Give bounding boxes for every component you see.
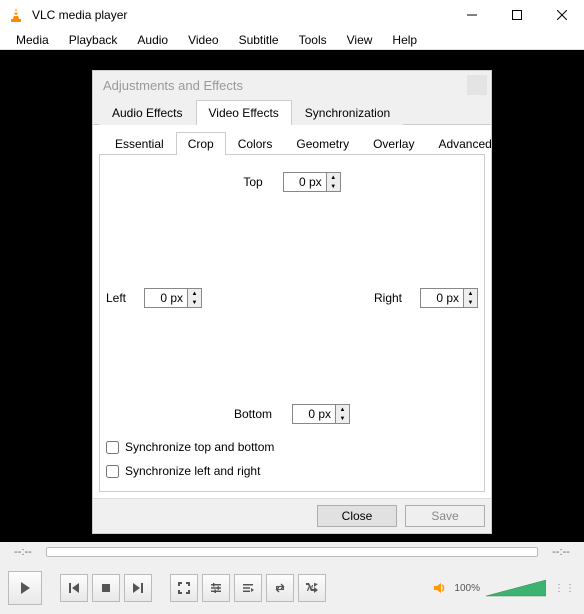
sync-top-bottom-label: Synchronize top and bottom bbox=[125, 440, 274, 454]
video-area: Adjustments and Effects Audio Effects Vi… bbox=[0, 50, 584, 542]
close-button[interactable] bbox=[539, 0, 584, 30]
adjustments-effects-dialog: Adjustments and Effects Audio Effects Vi… bbox=[92, 70, 492, 534]
subtab-geometry[interactable]: Geometry bbox=[284, 132, 361, 155]
sync-left-right-checkbox[interactable] bbox=[106, 465, 119, 478]
crop-left-spinner[interactable]: ▲▼ bbox=[144, 288, 202, 308]
dialog-footer: Close Save bbox=[93, 498, 491, 533]
volume-slider[interactable] bbox=[486, 578, 546, 598]
playback-controls: 100% ⋮⋮ bbox=[0, 562, 584, 614]
subtab-advanced[interactable]: Advanced bbox=[426, 132, 503, 155]
next-button[interactable] bbox=[124, 574, 152, 602]
fullscreen-button[interactable] bbox=[170, 574, 198, 602]
previous-button[interactable] bbox=[60, 574, 88, 602]
speaker-icon[interactable] bbox=[432, 580, 448, 596]
elapsed-time: --:-- bbox=[8, 546, 38, 558]
save-dialog-button[interactable]: Save bbox=[405, 505, 485, 527]
menu-media[interactable]: Media bbox=[6, 31, 59, 49]
title-bar: VLC media player bbox=[0, 0, 584, 30]
playlist-button[interactable] bbox=[234, 574, 262, 602]
crop-right-label: Right bbox=[374, 291, 402, 305]
crop-bottom-input[interactable] bbox=[293, 405, 335, 423]
minimize-button[interactable] bbox=[449, 0, 494, 30]
subtab-essential[interactable]: Essential bbox=[103, 132, 176, 155]
spin-up-icon[interactable]: ▲ bbox=[336, 405, 349, 414]
crop-left-input[interactable] bbox=[145, 289, 187, 307]
crop-panel: Top ▲▼ Left ▲▼ Right bbox=[99, 155, 485, 492]
menu-audio[interactable]: Audio bbox=[127, 31, 178, 49]
window-title: VLC media player bbox=[32, 8, 449, 22]
sub-tabs: Essential Crop Colors Geometry Overlay A… bbox=[99, 131, 485, 155]
crop-bottom-spinner[interactable]: ▲▼ bbox=[292, 404, 350, 424]
seek-row: --:-- --:-- bbox=[0, 542, 584, 562]
crop-bottom-label: Bottom bbox=[234, 407, 272, 421]
sync-top-bottom-checkbox[interactable] bbox=[106, 441, 119, 454]
seek-slider[interactable] bbox=[46, 547, 538, 557]
spin-down-icon[interactable]: ▼ bbox=[464, 298, 477, 307]
crop-top-input[interactable] bbox=[284, 173, 326, 191]
main-tabs: Audio Effects Video Effects Synchronizat… bbox=[93, 99, 491, 125]
menu-tools[interactable]: Tools bbox=[289, 31, 337, 49]
spin-down-icon[interactable]: ▼ bbox=[188, 298, 201, 307]
sync-left-right-label: Synchronize left and right bbox=[125, 464, 260, 478]
shuffle-button[interactable] bbox=[298, 574, 326, 602]
menu-view[interactable]: View bbox=[337, 31, 383, 49]
stop-button[interactable] bbox=[92, 574, 120, 602]
crop-left-label: Left bbox=[106, 291, 126, 305]
spin-up-icon[interactable]: ▲ bbox=[327, 173, 340, 182]
crop-top-label: Top bbox=[243, 175, 262, 189]
video-effects-panel: Essential Crop Colors Geometry Overlay A… bbox=[93, 125, 491, 498]
subtab-overlay[interactable]: Overlay bbox=[361, 132, 426, 155]
tab-synchronization[interactable]: Synchronization bbox=[292, 100, 403, 125]
tab-audio-effects[interactable]: Audio Effects bbox=[99, 100, 196, 125]
window-buttons bbox=[449, 0, 584, 30]
close-dialog-button[interactable]: Close bbox=[317, 505, 397, 527]
volume-control: 100% ⋮⋮ bbox=[432, 578, 576, 598]
spin-up-icon[interactable]: ▲ bbox=[464, 289, 477, 298]
vlc-logo-icon bbox=[8, 7, 24, 23]
remaining-time: --:-- bbox=[546, 546, 576, 558]
volume-percent: 100% bbox=[454, 583, 480, 594]
tab-video-effects[interactable]: Video Effects bbox=[196, 100, 292, 125]
crop-top-spinner[interactable]: ▲▼ bbox=[283, 172, 341, 192]
spin-down-icon[interactable]: ▼ bbox=[327, 182, 340, 191]
subtab-crop[interactable]: Crop bbox=[176, 132, 226, 155]
spin-down-icon[interactable]: ▼ bbox=[336, 414, 349, 423]
subtab-colors[interactable]: Colors bbox=[226, 132, 285, 155]
menu-playback[interactable]: Playback bbox=[59, 31, 128, 49]
crop-right-spinner[interactable]: ▲▼ bbox=[420, 288, 478, 308]
maximize-button[interactable] bbox=[494, 0, 539, 30]
menu-bar: Media Playback Audio Video Subtitle Tool… bbox=[0, 30, 584, 50]
menu-subtitle[interactable]: Subtitle bbox=[229, 31, 289, 49]
loop-button[interactable] bbox=[266, 574, 294, 602]
dialog-title: Adjustments and Effects bbox=[93, 71, 491, 99]
crop-right-input[interactable] bbox=[421, 289, 463, 307]
extended-settings-button[interactable] bbox=[202, 574, 230, 602]
play-button[interactable] bbox=[8, 571, 42, 605]
more-icon[interactable]: ⋮⋮ bbox=[554, 583, 576, 594]
menu-help[interactable]: Help bbox=[382, 31, 427, 49]
menu-video[interactable]: Video bbox=[178, 31, 228, 49]
dialog-close-icon[interactable] bbox=[467, 75, 487, 95]
spin-up-icon[interactable]: ▲ bbox=[188, 289, 201, 298]
